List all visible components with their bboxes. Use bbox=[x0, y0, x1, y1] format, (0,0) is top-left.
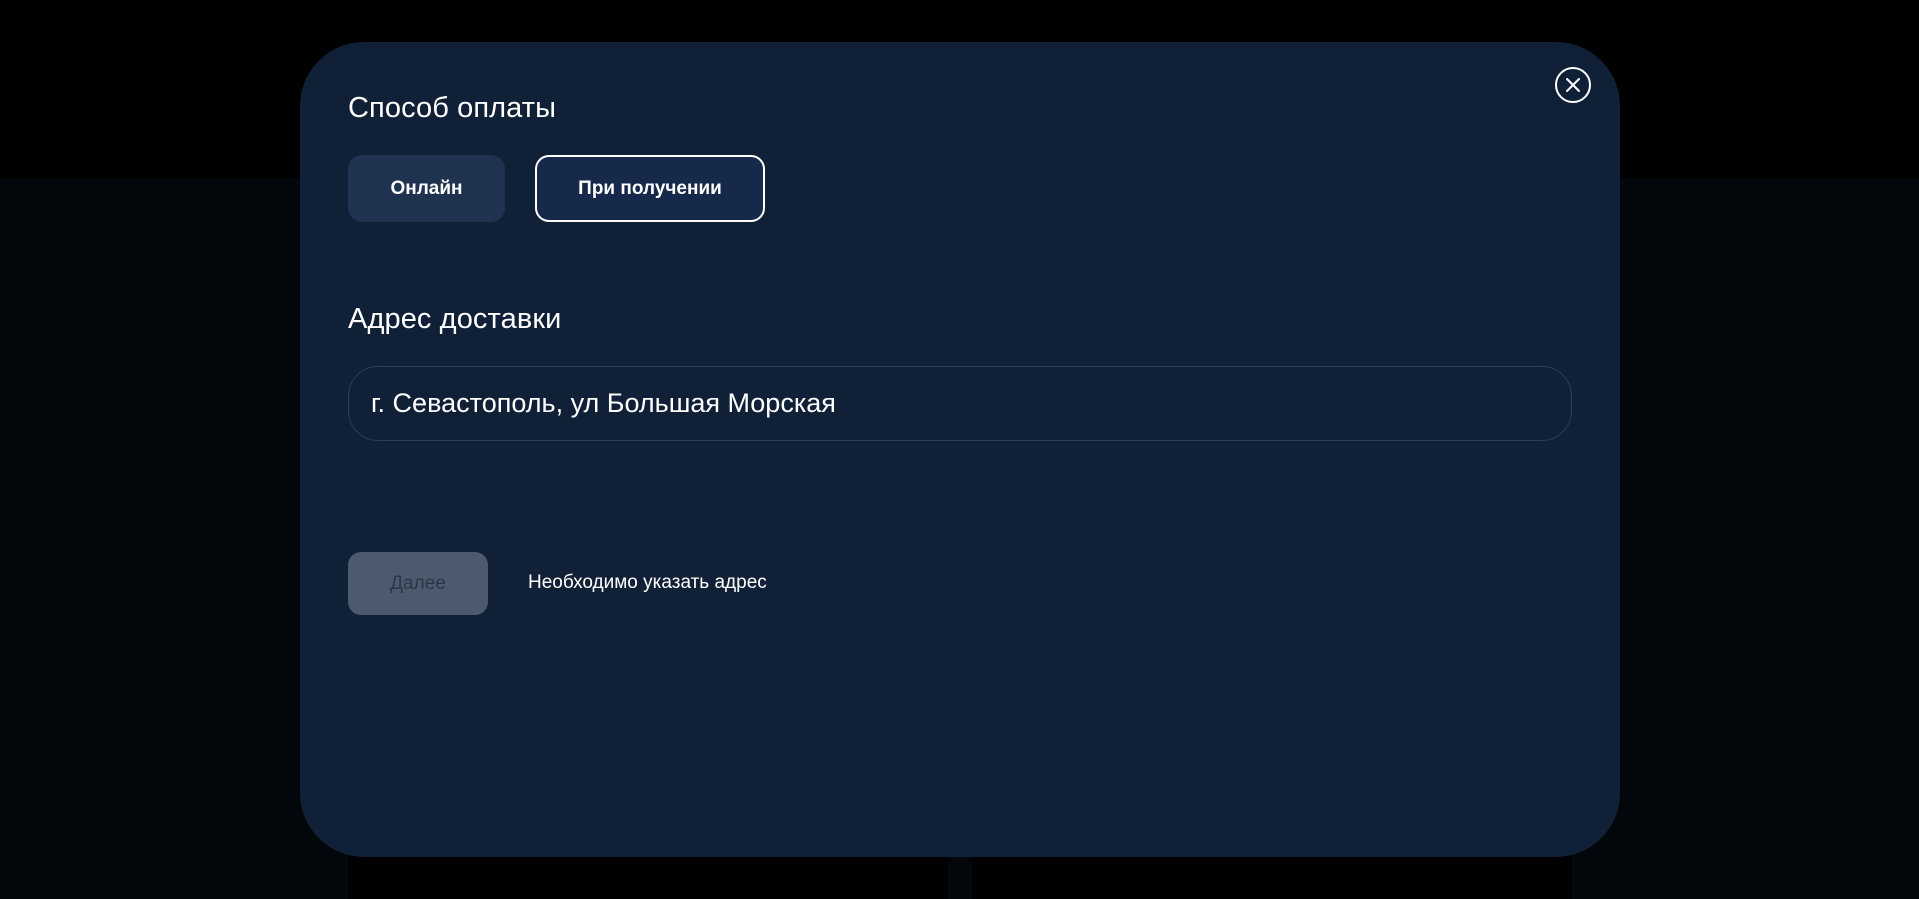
close-button[interactable] bbox=[1555, 67, 1591, 103]
delivery-address-input[interactable] bbox=[348, 366, 1572, 441]
backdrop-card bbox=[972, 850, 1572, 899]
next-button[interactable]: Далее bbox=[348, 552, 488, 615]
payment-option-online[interactable]: Онлайн bbox=[348, 155, 505, 222]
backdrop-card bbox=[348, 850, 948, 899]
payment-option-on-receipt[interactable]: При получении bbox=[535, 155, 765, 222]
checkout-modal: Способ оплаты Онлайн При получении Адрес… bbox=[300, 42, 1620, 857]
close-icon bbox=[1566, 78, 1580, 92]
address-required-hint: Необходимо указать адрес bbox=[528, 572, 767, 593]
payment-method-title: Способ оплаты bbox=[348, 92, 557, 124]
delivery-address-title: Адрес доставки bbox=[348, 303, 562, 335]
